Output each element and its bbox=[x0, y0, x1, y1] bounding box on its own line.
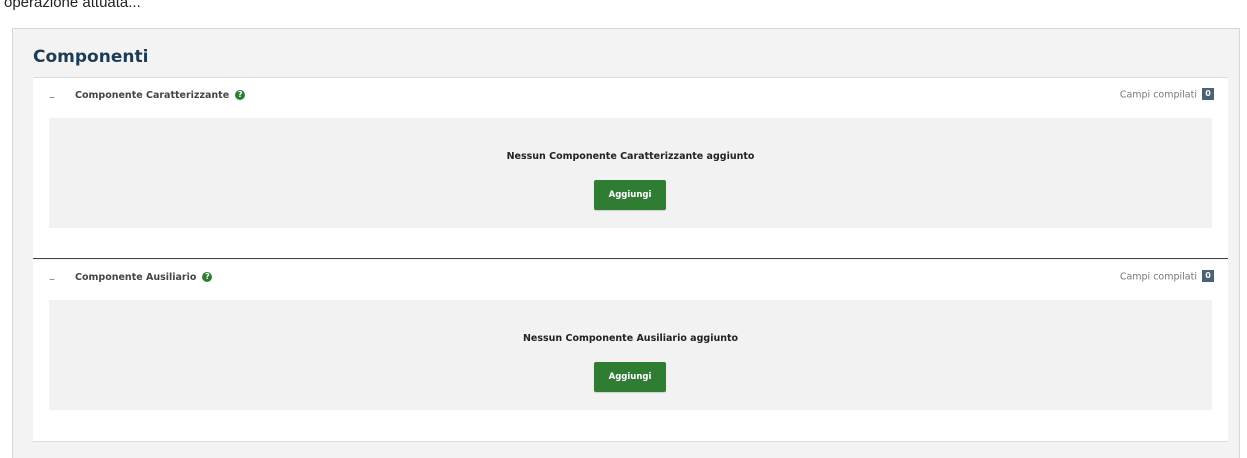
campi-count-badge: 0 bbox=[1202, 88, 1214, 100]
section-body: Nessun Componente Caratterizzante aggiun… bbox=[49, 118, 1212, 228]
campi-compilati-label: Campi compilati bbox=[1119, 89, 1197, 101]
campi-compilati: Campi compilati 0 bbox=[1119, 88, 1214, 101]
section-componente-caratterizzante: – Componente Caratterizzante? Campi comp… bbox=[33, 77, 1228, 259]
componenti-panel: Componenti – Componente Caratterizzante?… bbox=[12, 28, 1240, 458]
section-label-text: Componente Caratterizzante bbox=[75, 90, 230, 101]
section-header[interactable]: – Componente Caratterizzante? Campi comp… bbox=[33, 78, 1228, 116]
add-ausiliario-button[interactable]: Aggiungi bbox=[594, 362, 666, 392]
collapse-icon[interactable]: – bbox=[45, 90, 59, 104]
page-caption: operazione attuata... bbox=[4, 0, 141, 11]
help-icon[interactable]: ? bbox=[202, 271, 213, 282]
add-caratterizzante-button[interactable]: Aggiungi bbox=[594, 180, 666, 210]
panel-title: Componenti bbox=[33, 47, 149, 67]
section-header[interactable]: – Componente Ausiliario? Campi compilati… bbox=[33, 260, 1228, 298]
collapse-icon[interactable]: – bbox=[45, 272, 59, 286]
section-label-text: Componente Ausiliario bbox=[75, 272, 197, 283]
empty-message: Nessun Componente Caratterizzante aggiun… bbox=[506, 151, 755, 162]
section-componente-ausiliario: – Componente Ausiliario? Campi compilati… bbox=[33, 260, 1228, 442]
campi-compilati: Campi compilati 0 bbox=[1119, 270, 1214, 283]
section-label: Componente Caratterizzante? bbox=[75, 89, 246, 101]
section-label: Componente Ausiliario? bbox=[75, 271, 213, 283]
empty-message: Nessun Componente Ausiliario aggiunto bbox=[522, 333, 739, 344]
campi-count-badge: 0 bbox=[1202, 270, 1214, 282]
help-icon[interactable]: ? bbox=[235, 89, 246, 100]
campi-compilati-label: Campi compilati bbox=[1119, 271, 1197, 283]
section-body: Nessun Componente Ausiliario aggiunto Ag… bbox=[49, 300, 1212, 410]
